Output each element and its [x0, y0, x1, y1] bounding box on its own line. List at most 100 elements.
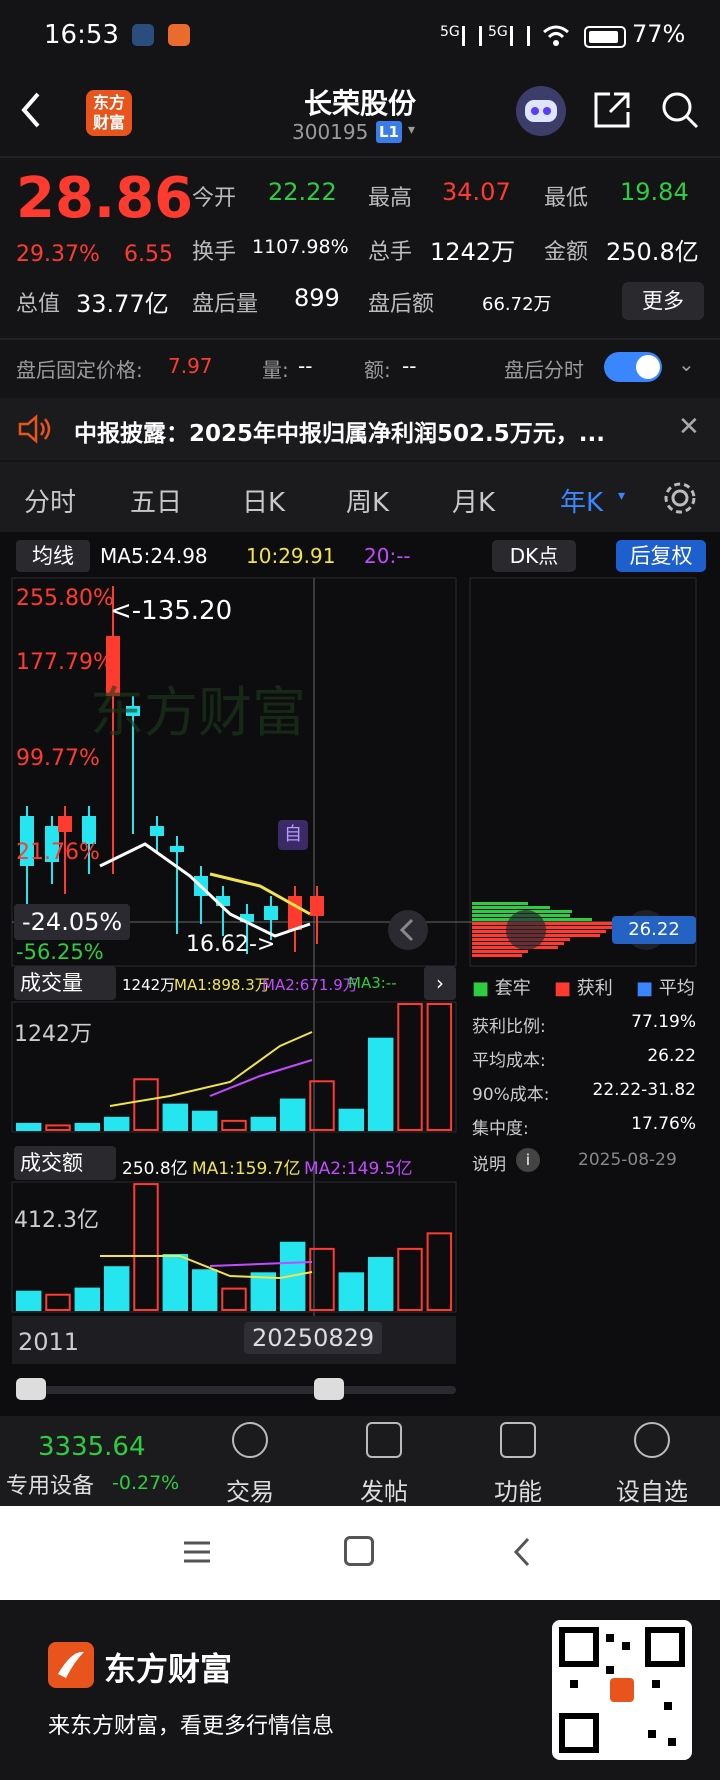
signal-bars-icon-2: [510, 26, 530, 46]
system-navigation: [0, 1506, 720, 1600]
volume-bar-2012: [45, 1124, 71, 1131]
notice-banner[interactable]: 中报披露：2025年中报归属净利润502.5万元，... ✕: [0, 398, 720, 460]
amount-bar-2018: [221, 1287, 247, 1311]
expand-arrow-icon[interactable]: ›: [424, 966, 456, 1000]
wifi-icon: [542, 24, 570, 48]
ma5-value: MA5:24.98: [100, 544, 208, 568]
fixed-price-value: 7.97: [168, 354, 213, 378]
chip-bar: [472, 906, 550, 909]
high-value: 34.07: [442, 178, 511, 206]
settings-gear-icon[interactable]: [662, 480, 698, 516]
tab-minute[interactable]: 分时: [24, 482, 76, 519]
note-label: 说明: [472, 1155, 506, 1175]
chart-area: 东方财富 255.80% <-135.20 177.79% 99.77% 21.…: [0, 576, 720, 1416]
ma10-value: 10:29.91: [246, 544, 336, 568]
nav-post[interactable]: 发帖: [336, 1472, 432, 1507]
stock-header: 东方财富 长荣股份 300195 L1 ▾: [0, 76, 720, 156]
fixed-price-label: 盘后固定价格:: [16, 358, 143, 382]
volume-value: 1242万: [430, 238, 516, 266]
profit-ratio-value: 77.19%: [631, 1012, 696, 1032]
volume-bar-2015: [133, 1078, 159, 1131]
volume-bar-2014: [103, 1116, 130, 1132]
robot-assistant-icon[interactable]: [516, 86, 566, 136]
index-value[interactable]: 3335.64: [38, 1432, 146, 1462]
axis-label-bottom: -56.25%: [16, 940, 104, 964]
functions-icon[interactable]: [500, 1422, 536, 1458]
amount-indicator-dropdown[interactable]: 成交额: [14, 1146, 116, 1180]
fixed-qty-value: --: [298, 354, 313, 378]
volume-bar-2024: [397, 1003, 423, 1131]
volume-bar-2019: [250, 1116, 277, 1132]
quote-panel: 28.86 29.37% 6.55 今开 22.22 最高 34.07 最低 1…: [0, 160, 720, 360]
amount-bar-2016: [162, 1253, 189, 1312]
signal-bars-icon: [462, 26, 482, 46]
post-icon[interactable]: [366, 1422, 402, 1458]
collapse-chevron-icon[interactable]: ⌄: [678, 352, 695, 376]
turnover-label: 换手: [192, 240, 237, 265]
after-hours-toggle[interactable]: [604, 352, 662, 382]
system-back-icon[interactable]: [510, 1536, 534, 1568]
nav-add-watchlist[interactable]: 设自选: [604, 1472, 700, 1507]
candle-body: [264, 906, 278, 920]
after-hours-volume-label: 盘后量: [192, 292, 259, 317]
volume-bar-2022: [338, 1108, 365, 1131]
turnover-value: 1107.98%: [252, 236, 349, 258]
home-icon[interactable]: [344, 1536, 374, 1566]
candle-body: [58, 816, 72, 832]
candle-body: [170, 846, 184, 852]
tab-yearly[interactable]: 年K: [560, 482, 603, 519]
tab-weekly[interactable]: 周K: [346, 482, 389, 519]
search-icon[interactable]: [660, 90, 700, 130]
info-icon[interactable]: i: [516, 1148, 540, 1172]
nav-functions[interactable]: 功能: [470, 1472, 566, 1507]
trade-icon[interactable]: [232, 1422, 268, 1458]
nav-trade[interactable]: 交易: [202, 1472, 298, 1507]
adjust-button[interactable]: 后复权: [616, 540, 706, 572]
dk-point-button[interactable]: DK点: [492, 540, 576, 572]
change-percent: 29.37%: [16, 242, 100, 267]
cost-90-value: 22.22-31.82: [592, 1080, 696, 1100]
ma-dropdown[interactable]: 均线: [16, 540, 90, 572]
recent-apps-icon[interactable]: [182, 1540, 212, 1564]
candle-body: [310, 896, 324, 916]
amount-bar-2019: [250, 1272, 277, 1312]
amount-bar-2017: [191, 1269, 218, 1312]
volume-ma2: MA2:671.9万: [262, 976, 358, 994]
tab-daily[interactable]: 日K: [242, 482, 285, 519]
volume-bar-2016: [162, 1103, 189, 1132]
date-axis-start: 2011: [18, 1328, 80, 1356]
amount-bar-2024: [397, 1247, 423, 1311]
volume-current: 1242万: [122, 976, 176, 994]
watermark: 东方财富: [90, 681, 306, 744]
tab-dropdown-icon[interactable]: ▾: [618, 488, 625, 504]
amount-bar-2013: [74, 1287, 101, 1311]
self-select-badge[interactable]: 自: [278, 820, 308, 850]
after-hours-row: 盘后固定价格: 7.97 量: -- 额: -- 盘后分时 ⌄: [0, 344, 720, 388]
amount-bar-2011: [15, 1290, 42, 1311]
index-change: -0.27%: [112, 1472, 180, 1494]
add-watchlist-icon[interactable]: [634, 1422, 670, 1458]
level-dropdown-icon[interactable]: ▾: [408, 122, 415, 138]
tab-five-day[interactable]: 五日: [130, 482, 182, 519]
level-badge[interactable]: L1: [376, 121, 402, 143]
share-icon[interactable]: [592, 90, 632, 130]
volume-bar-2025: [426, 1003, 453, 1131]
battery-icon: [584, 26, 626, 48]
close-icon[interactable]: ✕: [678, 412, 700, 442]
amount-ma2: MA2:149.5亿: [304, 1159, 413, 1179]
index-name[interactable]: 专用设备: [6, 1468, 94, 1500]
volume-bar-2023: [367, 1037, 394, 1131]
more-button[interactable]: 更多: [622, 282, 704, 320]
axis-label-4: 21.76%: [16, 840, 100, 865]
tab-monthly[interactable]: 月K: [452, 482, 495, 519]
speaker-icon: [18, 414, 54, 444]
notice-text: 中报披露：2025年中报归属净利润502.5万元，...: [74, 421, 605, 447]
battery-percent: 77%: [632, 20, 686, 48]
chip-bar: [472, 954, 522, 957]
volume-indicator-dropdown[interactable]: 成交量: [14, 966, 116, 1000]
status-bar: 16:53 5G 5G 77%: [0, 0, 720, 76]
legend-trapped: ■ 套牢: [472, 978, 531, 999]
tiktok-icon: [132, 24, 154, 46]
amount-bar-2014: [103, 1266, 130, 1312]
volume-label: 总手: [368, 240, 413, 265]
